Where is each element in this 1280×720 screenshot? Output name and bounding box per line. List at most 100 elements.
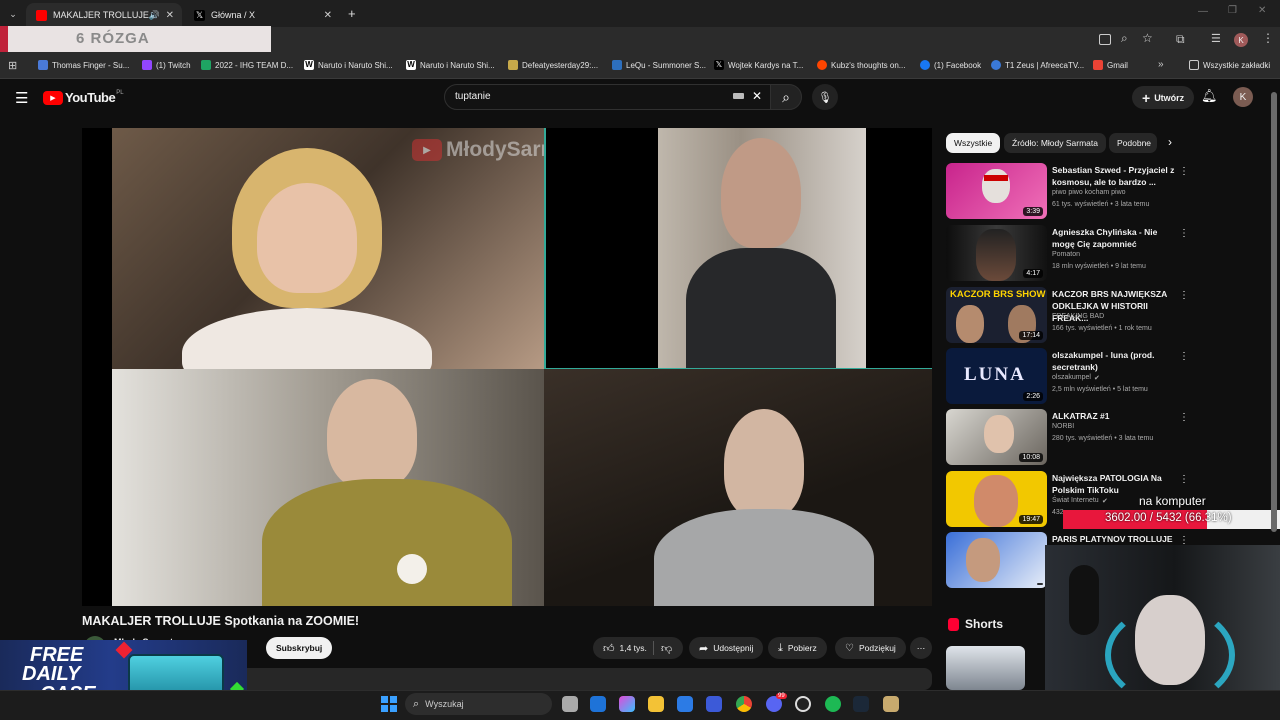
bookmark-item[interactable]: (1) Facebook xyxy=(920,60,981,70)
extensions-icon[interactable]: ⧉ xyxy=(1176,32,1185,47)
youtube-play-icon: ▶ xyxy=(43,90,63,105)
minimize-button[interactable]: — xyxy=(1198,6,1208,17)
file-explorer-icon[interactable] xyxy=(648,696,664,712)
folder-icon xyxy=(1189,60,1199,70)
video-thumbnail: LUNA 2:26 xyxy=(946,348,1047,404)
youtube-logo[interactable]: ▶ YouTube PL xyxy=(43,90,124,105)
page-scrollbar[interactable] xyxy=(1271,92,1277,532)
recommended-video[interactable]: 10:08 ALKATRAZ #1 NORBI 280 tys. wyświet… xyxy=(946,409,1196,467)
bookmark-item[interactable]: Defeatyesterday29:... xyxy=(508,60,598,70)
bookmark-item[interactable]: 2022 - IHG TEAM D... xyxy=(201,60,293,70)
reading-list-icon[interactable]: ☰ xyxy=(1211,32,1221,45)
speaker-icon[interactable]: 🔊 xyxy=(149,10,160,21)
tab-youtube[interactable]: MAKALJER TROLLUJE Spot 🔊 ✕ xyxy=(26,3,182,27)
share-button[interactable]: ➦ Udostępnij xyxy=(689,637,764,659)
bookmark-item[interactable]: (1) Twitch xyxy=(142,60,191,70)
filter-chip-related[interactable]: Podobne xyxy=(1109,133,1157,153)
goal-label: na komputer xyxy=(1139,494,1206,508)
download-button[interactable]: ⤓ Pobierz xyxy=(768,637,827,659)
recommended-video[interactable]: KACZOR BRS SHOW 17:14 KACZOR BRS NAJWIĘK… xyxy=(946,287,1196,345)
chrome-icon[interactable] xyxy=(736,696,752,712)
bookmark-item[interactable]: W Naruto i Naruto Shi... xyxy=(304,60,393,70)
video-thumbnail xyxy=(946,532,1047,588)
steam-icon[interactable] xyxy=(853,696,869,712)
bookmark-item[interactable]: Gmail xyxy=(1093,60,1128,70)
install-app-icon[interactable] xyxy=(1099,34,1111,45)
search-button[interactable]: ⌕ xyxy=(770,84,802,110)
account-avatar[interactable]: K xyxy=(1233,87,1253,107)
filter-chip-source[interactable]: Źródło: Młody Sarmata xyxy=(1004,133,1106,153)
tab-search-icon[interactable]: ⌄ xyxy=(6,7,20,21)
create-button[interactable]: + Utwórz xyxy=(1132,86,1195,109)
more-options-icon[interactable]: ⋮ xyxy=(1179,228,1189,239)
bookmark-star-icon[interactable]: ☆ xyxy=(1142,31,1153,45)
more-options-icon[interactable]: ⋮ xyxy=(1179,290,1189,301)
keyboard-icon[interactable] xyxy=(733,93,744,99)
video-thumbnail: 3:39 xyxy=(946,163,1047,219)
short-thumbnail[interactable] xyxy=(946,646,1025,690)
verified-icon: ✔ xyxy=(1102,498,1108,505)
bookmark-item[interactable]: Kubz's thoughts on... xyxy=(817,60,905,70)
taskbar-search[interactable]: ⌕ Wyszukaj xyxy=(405,693,552,715)
tab-x[interactable]: 𝕏 Główna / X ✕ xyxy=(184,3,340,27)
goal-progress-bar: 3602.00 / 5432 (66.31%) xyxy=(1063,510,1280,529)
menu-kebab-icon[interactable]: ⋮ xyxy=(1262,31,1274,45)
zoom-icon[interactable]: ⌕ xyxy=(1121,31,1128,46)
obs-icon[interactable] xyxy=(795,696,811,712)
hamburger-menu-icon[interactable]: ☰ xyxy=(15,89,28,107)
filter-chip-all[interactable]: Wszystkie xyxy=(946,133,1001,153)
video-player[interactable]: ▶ MłodySarmata xyxy=(82,128,932,606)
microphone-icon: 🎙︎ xyxy=(818,91,832,104)
tab-title: MAKALJER TROLLUJE Spot xyxy=(53,10,153,20)
more-options-icon[interactable]: ⋮ xyxy=(1179,474,1189,485)
league-icon[interactable] xyxy=(883,696,899,712)
more-options-icon[interactable]: ⋮ xyxy=(1179,351,1189,362)
bookmark-item[interactable]: W Naruto i Naruto Shi... xyxy=(406,60,495,70)
notifications-bell-icon[interactable]: 🔔︎ xyxy=(1201,88,1218,104)
x-favicon-icon: 𝕏 xyxy=(194,9,205,21)
copilot-icon[interactable] xyxy=(619,696,635,712)
chevron-right-icon[interactable]: › xyxy=(1168,135,1172,149)
participant-tile xyxy=(544,128,932,369)
recommended-video[interactable]: 4:17 Agnieszka Chylińska - Nie mogę Cię … xyxy=(946,225,1196,283)
voice-search-button[interactable]: 🎙︎ xyxy=(812,84,838,110)
apps-grid-icon[interactable]: ⊞ xyxy=(8,59,17,72)
windows-start-icon[interactable] xyxy=(381,696,397,712)
participant-tile xyxy=(112,128,544,369)
participant-tile xyxy=(112,369,544,606)
more-options-icon[interactable]: ⋮ xyxy=(1179,412,1189,423)
bookmark-item[interactable]: Thomas Finger - Su... xyxy=(38,60,129,70)
close-tab-icon[interactable]: ✕ xyxy=(166,10,174,21)
all-bookmarks-folder[interactable]: Wszystkie zakładki xyxy=(1189,60,1270,70)
video-thumbnail: KACZOR BRS SHOW 17:14 xyxy=(946,287,1047,343)
bookmark-item[interactable]: 𝕏 Wojtek Kardys na T... xyxy=(714,60,803,70)
clear-search-icon[interactable]: ✕ xyxy=(752,89,762,103)
outlook-icon[interactable] xyxy=(590,696,606,712)
maximize-button[interactable]: ❐ xyxy=(1228,5,1237,16)
search-input[interactable]: tuptanie ✕ xyxy=(444,84,771,110)
goal-progress-text: 3602.00 / 5432 (66.31%) xyxy=(1105,512,1232,524)
recommended-video[interactable]: 3:39 Sebastian Szwed - Przyjaciel z kosm… xyxy=(946,163,1196,221)
more-options-icon[interactable]: ⋮ xyxy=(1179,166,1189,177)
banner-text: 6 RÓZGA xyxy=(76,30,150,47)
new-tab-button[interactable]: + xyxy=(348,6,356,21)
like-button[interactable]: 👍︎ 1,4 tys. 👎︎ xyxy=(593,637,683,659)
thumbs-down-icon[interactable]: 👎︎ xyxy=(661,642,672,655)
more-actions-button[interactable]: ⋯ xyxy=(910,637,932,659)
more-bookmarks-icon[interactable]: » xyxy=(1158,59,1164,70)
bookmark-item[interactable]: T1 Zeus | AfreecaTV... xyxy=(991,60,1084,70)
subscribe-button[interactable]: Subskrybuj xyxy=(266,637,333,659)
profile-avatar[interactable]: K xyxy=(1234,33,1248,47)
participant-tile xyxy=(544,369,932,606)
bookmark-item[interactable]: LeQu - Summoner S... xyxy=(612,60,706,70)
webcam-overlay xyxy=(1045,545,1280,690)
spotify-icon[interactable] xyxy=(825,696,841,712)
store-icon[interactable] xyxy=(677,696,693,712)
teams-icon[interactable] xyxy=(706,696,722,712)
task-view-icon[interactable] xyxy=(562,696,578,712)
thanks-button[interactable]: ♡ Podziękuj xyxy=(835,637,906,659)
recommended-video[interactable]: LUNA 2:26 olszakumpel - luna (prod. secr… xyxy=(946,348,1196,406)
tab-title: Główna / X xyxy=(211,10,256,20)
close-window-button[interactable]: ✕ xyxy=(1258,5,1266,16)
close-tab-icon[interactable]: ✕ xyxy=(324,10,332,21)
